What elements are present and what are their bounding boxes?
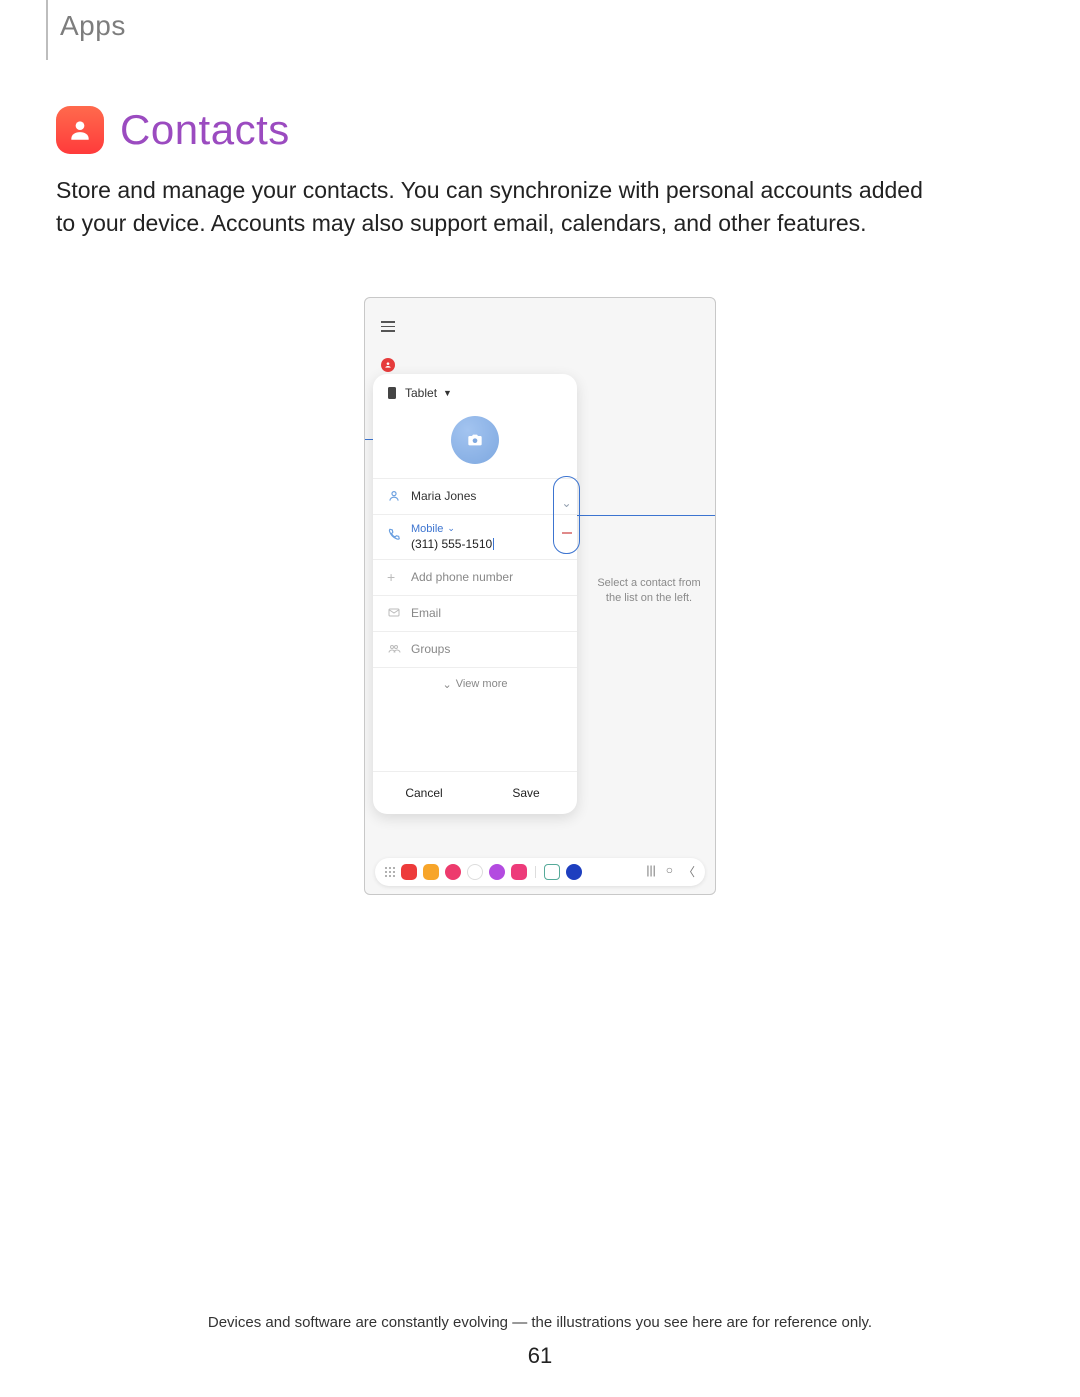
breadcrumb: Apps [60,10,1024,42]
dock-app-icon[interactable] [489,864,505,880]
camera-icon [467,433,483,447]
back-nav-icon[interactable]: 〈 [683,863,695,880]
delete-field-button[interactable] [562,532,572,534]
dock-app-icon[interactable] [423,864,439,880]
save-button[interactable]: Save [475,772,577,814]
email-field-row[interactable]: Email [373,595,577,631]
callout-line-right [577,515,716,517]
groups-icon [387,643,401,655]
phone-value: (311) 555-1510 [411,537,492,551]
taskbar: ||| ○ 〈 [375,858,705,886]
storage-label: Tablet [405,386,437,400]
groups-label: Groups [411,642,450,656]
phone-field-row[interactable]: Mobile ⌄ (311) 555-1510 [373,514,577,559]
dock-app-icon[interactable] [566,864,582,880]
new-contact-popup: Tablet ▼ Maria Jones [373,374,577,814]
groups-field-row[interactable]: Groups [373,631,577,667]
dock-app-icon[interactable] [445,864,461,880]
person-outline-icon [387,489,401,503]
expand-field-button[interactable]: ⌄ [561,496,571,510]
hamburger-icon[interactable] [381,321,395,332]
recents-nav-icon[interactable]: ||| [646,863,655,880]
mail-icon [387,607,401,619]
add-phone-label: Add phone number [411,570,513,584]
add-phone-row[interactable]: + Add phone number [373,559,577,595]
apps-grid-icon[interactable] [385,867,395,877]
dock-app-icon[interactable] [544,864,560,880]
page-number: 61 [0,1343,1080,1369]
email-label: Email [411,606,441,620]
disclaimer-text: Devices and software are constantly evol… [0,1314,1080,1331]
view-more-label: View more [456,678,508,691]
view-more-row[interactable]: ⌄ View more [373,667,577,701]
profile-badge-icon [381,358,395,372]
home-nav-icon[interactable]: ○ [666,863,673,880]
caret-down-icon: ⌄ [447,523,455,534]
text-cursor [493,538,494,550]
contacts-app-icon [56,106,104,154]
device-illustration: Add profile picture Add, delete, and exp… [364,297,716,895]
intro-paragraph: Store and manage your contacts. You can … [56,174,936,241]
storage-dropdown[interactable]: Tablet ▼ [405,386,452,400]
dock-app-icon[interactable] [401,864,417,880]
chevron-down-icon: ⌄ [443,678,452,691]
cancel-button[interactable]: Cancel [373,772,475,814]
phone-type-label: Mobile [411,523,443,535]
plus-icon: + [387,569,401,585]
name-field-row[interactable]: Maria Jones [373,478,577,514]
page-title: Contacts [120,106,290,154]
add-profile-picture-button[interactable] [451,416,499,464]
right-pane-hint: Select a contact from the list on the le… [595,576,703,606]
phone-icon [387,527,401,541]
tablet-icon [387,387,397,399]
field-controls-pill: ⌄ [553,476,580,554]
dock-app-icon[interactable] [467,864,483,880]
dock-separator [535,866,536,878]
caret-down-icon: ▼ [443,388,452,398]
name-field-value: Maria Jones [411,489,476,503]
phone-type-dropdown[interactable]: Mobile ⌄ [411,523,563,535]
dock-app-icon[interactable] [511,864,527,880]
section-marker [46,0,48,60]
